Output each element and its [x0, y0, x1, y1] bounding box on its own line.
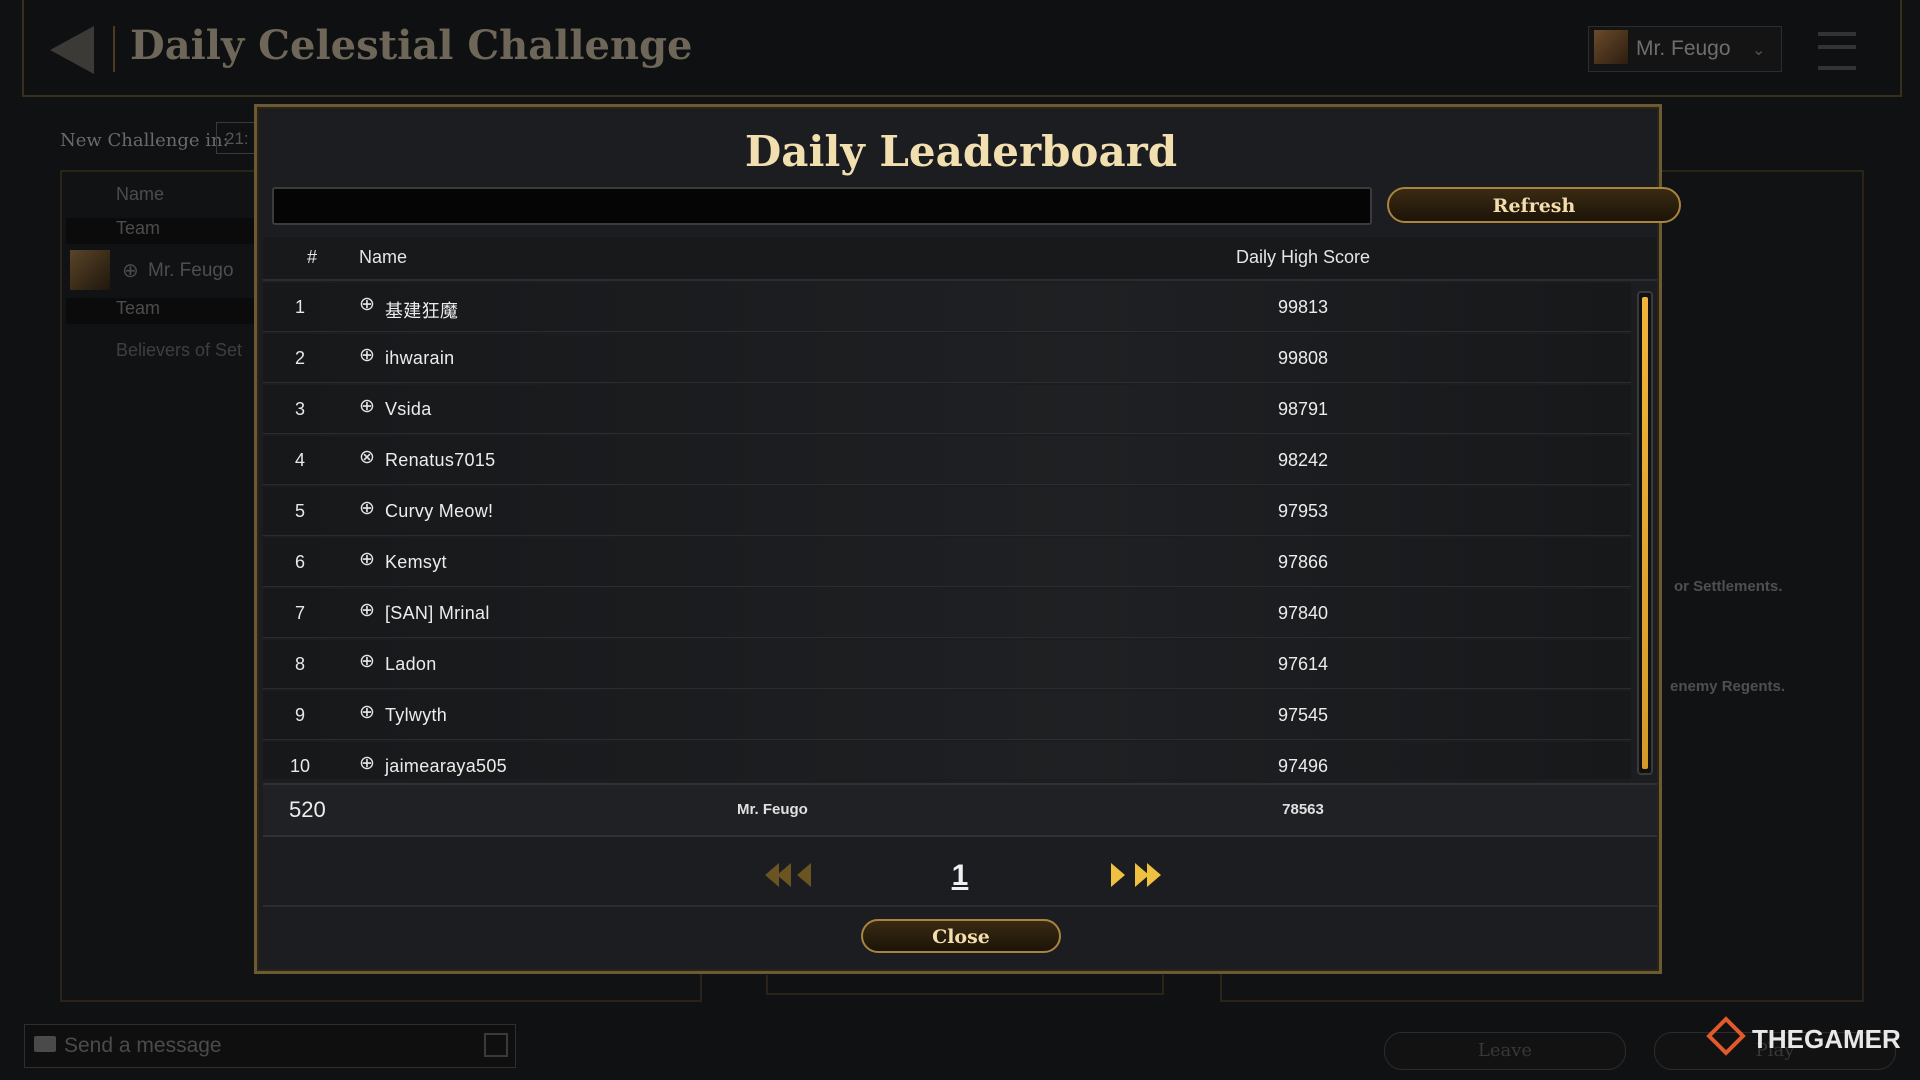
globe-icon: ⊕ [359, 651, 375, 672]
table-row[interactable]: 2 ⊕ ihwarain 99808 [263, 334, 1631, 383]
edit-icon[interactable] [484, 1033, 508, 1057]
row-rank: 1 [294, 297, 305, 317]
row-score: 97496 [1277, 756, 1329, 776]
row-rank: 8 [294, 654, 305, 674]
page-number: 1 [951, 859, 969, 892]
row-player-name: 基建狂魔 [385, 301, 459, 321]
menu-icon[interactable] [1818, 32, 1856, 70]
column-header-score: Daily High Score [1235, 247, 1371, 267]
search-input[interactable] [272, 187, 1372, 225]
row-player-name: Kemsyt [385, 552, 447, 572]
row-rank: 3 [294, 399, 305, 419]
row-player-name: Renatus7015 [385, 450, 496, 470]
row-score: 97614 [1277, 654, 1329, 674]
globe-icon: ⊕ [359, 294, 375, 315]
profile-name: Mr. Feugo [1636, 37, 1731, 60]
leave-button[interactable]: Leave [1384, 1032, 1626, 1070]
own-rank: 520 [289, 797, 326, 822]
globe-icon: ⊕ [122, 260, 139, 282]
modal-title: Daily Leaderboard [744, 127, 1178, 176]
row-score: 98791 [1277, 399, 1329, 419]
row-score: 97840 [1277, 603, 1329, 623]
scrollbar-thumb[interactable] [1642, 297, 1648, 769]
xbox-icon: ⊗ [359, 447, 375, 468]
table-row[interactable]: 1 ⊕ 基建狂魔 99813 [263, 283, 1631, 332]
table-row[interactable]: 4 ⊗ Renatus7015 98242 [263, 436, 1631, 485]
avatar [70, 250, 110, 290]
row-score: 99813 [1277, 297, 1329, 317]
table-row[interactable]: 9 ⊕ Tylwyth 97545 [263, 691, 1631, 740]
column-header-name: Name [359, 247, 408, 267]
globe-icon: ⊕ [359, 498, 375, 519]
globe-icon: ⊕ [359, 753, 375, 774]
right-panel-text: enemy Regents. [1670, 678, 1786, 695]
row-player-name: Ladon [385, 654, 437, 674]
globe-icon: ⊕ [359, 702, 375, 723]
row-rank: 6 [294, 552, 305, 572]
new-challenge-label: New Challenge in: [60, 130, 229, 151]
watermark: THEGAMER [1752, 1024, 1901, 1054]
row-score: 97545 [1277, 705, 1329, 725]
avatar [1594, 30, 1628, 64]
table-row[interactable]: 6 ⊕ Kemsyt 97866 [263, 538, 1631, 587]
left-panel-player-name: Mr. Feugo [148, 260, 234, 281]
top-divider [113, 26, 115, 72]
own-score: 78563 [1282, 801, 1324, 818]
table-row[interactable]: 7 ⊕ [SAN] Mrinal 97840 [263, 589, 1631, 638]
globe-icon: ⊕ [359, 549, 375, 570]
row-rank: 4 [294, 450, 305, 470]
leaderboard-modal: Daily Leaderboard Refresh # Name Daily H… [254, 104, 1681, 974]
row-rank: 9 [294, 705, 305, 725]
page-title: Daily Celestial Challenge [130, 22, 693, 69]
refresh-button[interactable]: Refresh [1387, 187, 1681, 223]
row-rank: 5 [294, 501, 305, 521]
pagination: 1 [263, 839, 1657, 907]
row-player-name: jaimearaya505 [385, 756, 507, 776]
right-panel-text: or Settlements. [1674, 578, 1783, 595]
next-page-icon[interactable] [1111, 863, 1127, 887]
row-rank: 10 [289, 756, 311, 776]
chat-bubble-icon [34, 1036, 56, 1052]
chevron-down-icon: ⌄ [1752, 42, 1766, 59]
own-player-name: Mr. Feugo [737, 801, 808, 818]
chat-placeholder: Send a message [64, 1034, 222, 1057]
team-label: Team [66, 218, 256, 244]
row-player-name: ihwarain [385, 348, 455, 368]
row-player-name: Vsida [385, 399, 432, 419]
globe-icon: ⊕ [359, 600, 375, 621]
leaderboard-list: 1 ⊕ 基建狂魔 99813 2 ⊕ ihwarain 99808 3 ⊕ Vs… [263, 283, 1631, 779]
row-rank: 7 [294, 603, 305, 623]
row-player-name: [SAN] Mrinal [385, 603, 490, 623]
center-panel [766, 975, 1164, 995]
close-button[interactable]: Close [861, 919, 1061, 953]
column-header-rank: # [307, 247, 318, 267]
table-row[interactable]: 5 ⊕ Curvy Meow! 97953 [263, 487, 1631, 536]
table-row[interactable]: 10 ⊕ jaimearaya505 97496 [263, 742, 1631, 779]
table-row[interactable]: 3 ⊕ Vsida 98791 [263, 385, 1631, 434]
row-player-name: Tylwyth [385, 705, 448, 725]
row-score: 97953 [1277, 501, 1329, 521]
own-rank-row: 520 Mr. Feugo 78563 [263, 783, 1657, 837]
row-score: 99808 [1277, 348, 1329, 368]
last-page-icon[interactable] [1135, 863, 1161, 887]
row-player-name: Curvy Meow! [385, 501, 494, 521]
row-score: 97866 [1277, 552, 1329, 572]
globe-icon: ⊕ [359, 345, 375, 366]
group-name: Believers of Set [116, 340, 243, 360]
globe-icon: ⊕ [359, 396, 375, 417]
back-arrow-icon[interactable] [50, 26, 94, 74]
row-score: 98242 [1277, 450, 1329, 470]
table-row[interactable]: 8 ⊕ Ladon 97614 [263, 640, 1631, 689]
row-rank: 2 [294, 348, 305, 368]
table-header: # Name Daily High Score [263, 237, 1657, 281]
team-label: Team [66, 298, 256, 324]
